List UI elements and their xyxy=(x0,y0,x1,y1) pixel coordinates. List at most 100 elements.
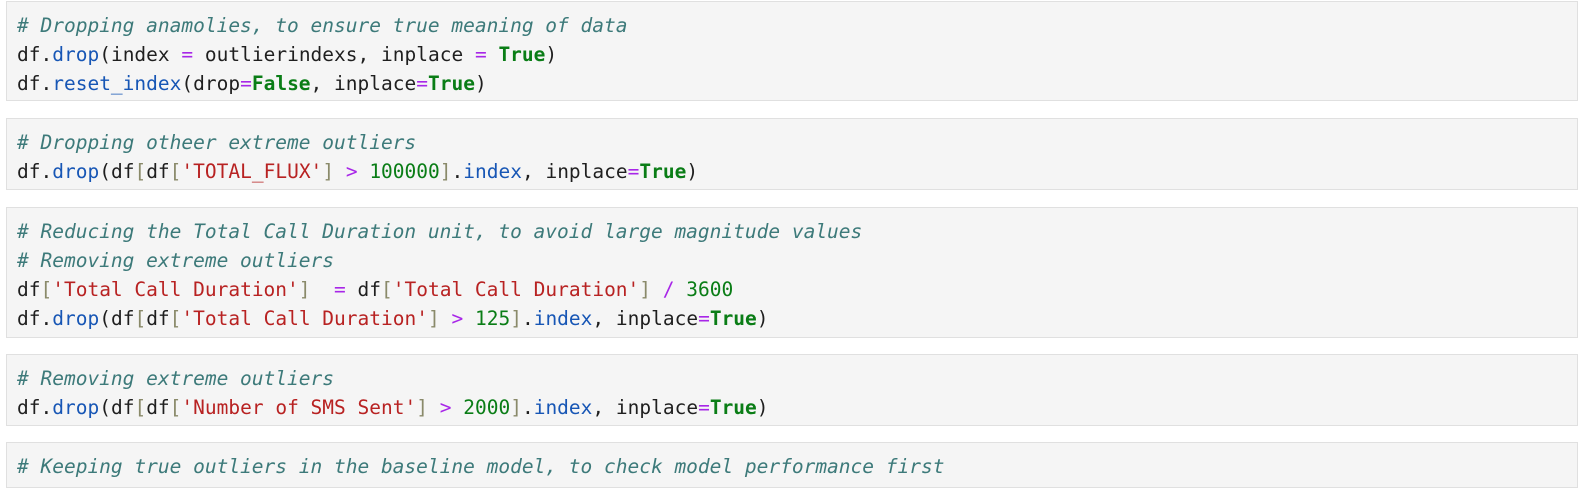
code-operator: = xyxy=(240,72,252,95)
code-number: 125 xyxy=(474,307,511,330)
code-method: drop xyxy=(52,396,100,419)
code-method: drop xyxy=(52,43,100,66)
code-punctuation: . xyxy=(40,72,53,95)
code-identifier: df xyxy=(110,396,135,419)
code-line: # Removing extreme outliers xyxy=(17,364,1577,393)
code-punctuation: ) xyxy=(545,43,558,66)
code-identifier: inplace xyxy=(615,307,699,330)
code-bracket: [ xyxy=(381,278,393,301)
code-identifier xyxy=(463,307,475,330)
code-identifier xyxy=(358,160,370,183)
code-identifier: df xyxy=(146,160,170,183)
code-identifier: outlierindexs xyxy=(193,43,358,66)
code-punctuation: , xyxy=(310,72,335,95)
code-bracket: ] xyxy=(510,307,522,330)
code-punctuation: ) xyxy=(474,72,487,95)
code-line: # Removing extreme outliers xyxy=(17,246,1577,275)
code-string: 'Total Call Duration' xyxy=(52,278,299,301)
code-method: drop xyxy=(52,307,100,330)
code-keyword: True xyxy=(709,396,757,419)
code-punctuation: ( xyxy=(99,160,111,183)
code-identifier: df xyxy=(17,72,41,95)
code-string: 'TOTAL_FLUX' xyxy=(181,160,323,183)
code-line: # Dropping otheer extreme outliers xyxy=(17,128,1577,157)
code-comment: # Keeping true outliers in the baseline … xyxy=(17,455,945,478)
code-operator: > xyxy=(451,307,464,330)
code-bracket: [ xyxy=(134,396,147,419)
code-line: df.drop(df[df['Number of SMS Sent'] > 20… xyxy=(17,393,1577,422)
code-punctuation: . xyxy=(521,307,534,330)
code-identifier: df xyxy=(17,278,41,301)
code-identifier: df xyxy=(17,307,41,330)
code-line: df.reset_index(drop=False, inplace=True) xyxy=(17,69,1577,98)
code-bracket: ] xyxy=(639,278,652,301)
code-comment: # Dropping anamolies, to ensure true mea… xyxy=(17,14,628,37)
code-comment: # Dropping otheer extreme outliers xyxy=(17,131,417,154)
code-identifier: df xyxy=(17,43,41,66)
code-number: 3600 xyxy=(686,278,734,301)
code-punctuation: ) xyxy=(686,160,699,183)
code-cell-3[interactable]: # Reducing the Total Call Duration unit,… xyxy=(6,207,1578,338)
code-bracket: [ xyxy=(169,160,182,183)
code-number: 100000 xyxy=(369,160,440,183)
code-identifier xyxy=(487,43,499,66)
code-editor[interactable]: # Keeping true outliers in the baseline … xyxy=(17,452,1577,481)
code-line: # Keeping true outliers in the baseline … xyxy=(17,452,1577,481)
code-bracket: ] xyxy=(510,396,522,419)
code-operator: = xyxy=(627,160,640,183)
code-string: 'Total Call Duration' xyxy=(392,278,640,301)
code-identifier xyxy=(334,160,346,183)
code-method: drop xyxy=(52,160,100,183)
code-keyword: True xyxy=(639,160,687,183)
code-keyword: False xyxy=(251,72,311,95)
code-operator: = xyxy=(334,278,346,301)
code-identifier xyxy=(451,396,463,419)
code-bracket: [ xyxy=(169,396,182,419)
code-punctuation: ( xyxy=(99,396,111,419)
code-identifier xyxy=(675,278,687,301)
code-punctuation: ) xyxy=(756,396,769,419)
code-punctuation: . xyxy=(451,160,464,183)
code-editor[interactable]: # Dropping otheer extreme outliers df.dro… xyxy=(17,128,1577,186)
code-editor[interactable]: # Reducing the Total Call Duration unit,… xyxy=(17,217,1577,333)
code-punctuation: ) xyxy=(756,307,769,330)
code-punctuation: , xyxy=(592,307,616,330)
code-bracket: [ xyxy=(169,307,182,330)
code-cell-5[interactable]: # Keeping true outliers in the baseline … xyxy=(6,442,1578,488)
code-operator: > xyxy=(345,160,358,183)
code-bracket: ] xyxy=(298,278,311,301)
code-editor[interactable]: # Removing extreme outliers df.drop(df[df… xyxy=(17,364,1577,422)
code-editor[interactable]: # Dropping anamolies, to ensure true mea… xyxy=(17,11,1577,98)
code-bracket: ] xyxy=(322,160,335,183)
code-punctuation: ( xyxy=(99,43,111,66)
code-bracket: ] xyxy=(416,396,428,419)
code-method: index xyxy=(533,396,593,419)
code-identifier xyxy=(440,307,452,330)
code-string: 'Number of SMS Sent' xyxy=(181,396,417,419)
code-punctuation: , xyxy=(521,160,546,183)
code-bracket: [ xyxy=(134,160,147,183)
code-identifier xyxy=(428,396,440,419)
code-cell-4[interactable]: # Removing extreme outliers df.drop(df[df… xyxy=(6,354,1578,426)
code-punctuation: . xyxy=(521,396,534,419)
code-identifier: df xyxy=(17,396,41,419)
code-line: df['Total Call Duration'] = df['Total Ca… xyxy=(17,275,1577,304)
code-operator: = xyxy=(698,396,710,419)
code-cell-1[interactable]: # Dropping anamolies, to ensure true mea… xyxy=(6,1,1578,101)
code-punctuation: ( xyxy=(99,307,111,330)
code-comment: # Reducing the Total Call Duration unit,… xyxy=(17,220,863,243)
code-method: index xyxy=(463,160,522,183)
code-bracket: ] xyxy=(427,307,440,330)
code-number: 2000 xyxy=(463,396,511,419)
code-bracket: [ xyxy=(40,278,53,301)
code-line: df.drop(df[df['Total Call Duration'] > 1… xyxy=(17,304,1577,333)
code-identifier: inplace xyxy=(545,160,628,183)
code-punctuation: . xyxy=(40,160,53,183)
code-line: # Dropping anamolies, to ensure true mea… xyxy=(17,11,1577,40)
code-identifier xyxy=(311,278,334,301)
code-punctuation: , xyxy=(357,43,382,66)
code-string: 'Total Call Duration' xyxy=(181,307,428,330)
code-keyword: True xyxy=(709,307,757,330)
code-cell-2[interactable]: # Dropping otheer extreme outliers df.dro… xyxy=(6,118,1578,190)
code-operator: = xyxy=(181,43,194,66)
